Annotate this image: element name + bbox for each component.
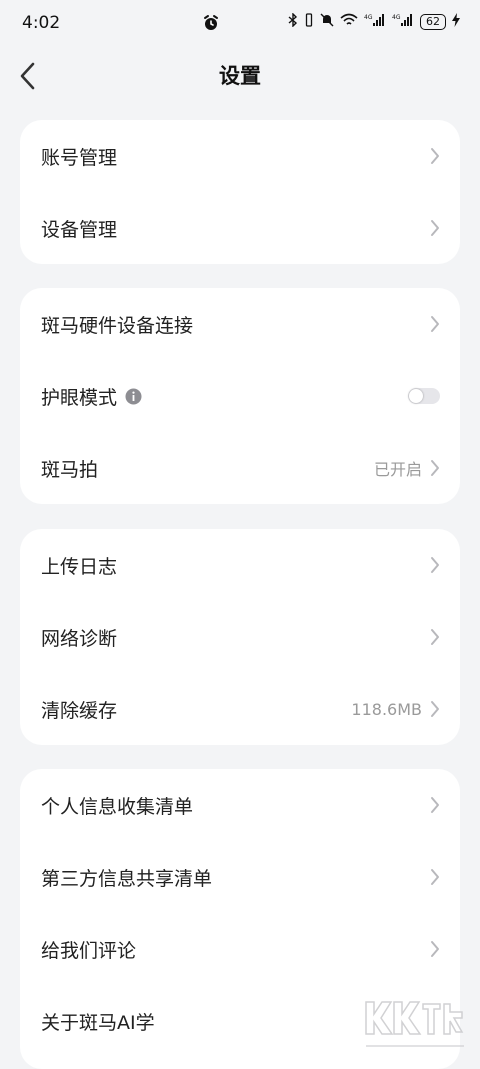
chevron-right-icon [430, 459, 440, 477]
battery-indicator: 62 [420, 13, 446, 30]
alarm-icon [202, 14, 220, 36]
third-party-sharing-row[interactable]: 第三方信息共享清单 [20, 841, 460, 913]
settings-group-account: 账号管理 设备管理 [20, 120, 460, 264]
row-label: 上传日志 [41, 555, 118, 578]
network-diagnosis-row[interactable]: 网络诊断 [20, 601, 460, 673]
eye-protection-toggle[interactable] [408, 388, 440, 404]
zebra-photo-row[interactable]: 斑马拍 已开启 [20, 432, 460, 504]
upload-log-row[interactable]: 上传日志 [20, 529, 460, 601]
chevron-right-icon [430, 700, 440, 718]
personal-info-list-row[interactable]: 个人信息收集清单 [20, 769, 460, 841]
status-indicators: 4G 4G 62 [288, 12, 460, 30]
nav-bar: 设置 [0, 48, 480, 104]
mute-icon [320, 13, 334, 30]
chevron-right-icon [430, 868, 440, 886]
hardware-connection-row[interactable]: 斑马硬件设备连接 [20, 288, 460, 360]
toggle-knob [409, 389, 423, 403]
svg-text:4G: 4G [364, 14, 373, 21]
row-label: 给我们评论 [41, 939, 137, 962]
row-label: 个人信息收集清单 [41, 795, 194, 818]
row-label: 斑马拍 [41, 458, 99, 481]
row-label: 斑马硬件设备连接 [41, 314, 194, 337]
chevron-right-icon [430, 796, 440, 814]
chevron-right-icon [430, 940, 440, 958]
chevron-right-icon [430, 219, 440, 237]
row-label: 清除缓存 [41, 699, 118, 722]
row-label: 网络诊断 [41, 627, 118, 650]
signal-icon: 4G [392, 13, 414, 30]
wifi-icon [340, 13, 358, 30]
chevron-right-icon [430, 556, 440, 574]
bluetooth-icon [288, 12, 298, 30]
settings-group-system: 上传日志 网络诊断 清除缓存 118.6MB [20, 529, 460, 745]
row-label: 第三方信息共享清单 [41, 867, 213, 890]
vibrate-icon [304, 13, 314, 30]
svg-text:4G: 4G [392, 14, 401, 21]
signal-icon: 4G [364, 13, 386, 30]
rate-us-row[interactable]: 给我们评论 [20, 913, 460, 985]
row-label: 设备管理 [41, 218, 118, 241]
eye-protection-row: 护眼模式 [20, 360, 460, 432]
account-management-row[interactable]: 账号管理 [20, 120, 460, 192]
row-label: 账号管理 [41, 146, 118, 169]
status-time: 4:02 [22, 13, 61, 33]
chevron-right-icon [430, 315, 440, 333]
settings-group-device: 斑马硬件设备连接 护眼模式 斑马拍 已开启 [20, 288, 460, 504]
charging-icon [452, 13, 460, 30]
watermark-logo [360, 996, 470, 1054]
page-title: 设置 [219, 64, 261, 88]
clear-cache-row[interactable]: 清除缓存 118.6MB [20, 673, 460, 745]
row-label-wrap: 护眼模式 [41, 383, 408, 410]
status-bar: 4:02 4G 4G 62 [0, 0, 480, 48]
chevron-right-icon [430, 147, 440, 165]
cache-size-value: 118.6MB [351, 699, 422, 719]
info-circle-icon[interactable] [125, 388, 142, 405]
chevron-right-icon [430, 628, 440, 646]
device-management-row[interactable]: 设备管理 [20, 192, 460, 264]
row-label: 护眼模式 [41, 386, 118, 409]
row-value: 已开启 [373, 460, 422, 479]
